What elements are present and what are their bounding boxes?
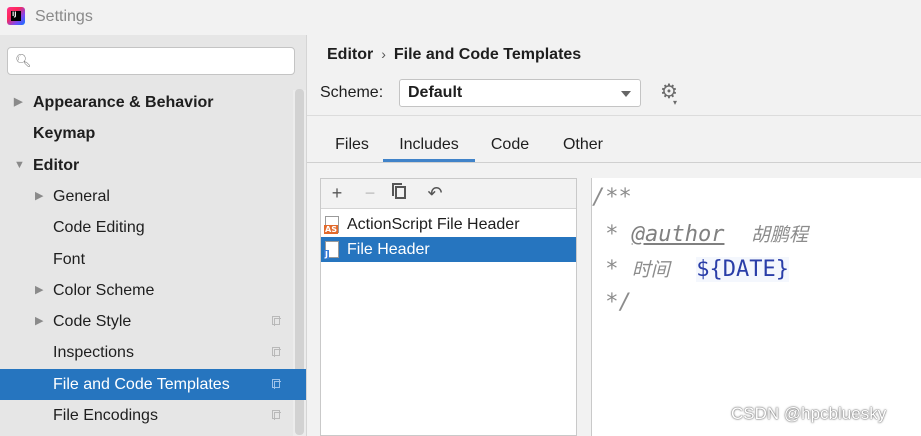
- sidebar-item-label: File Encodings: [53, 407, 158, 424]
- intellij-logo-icon: IJ: [7, 7, 25, 25]
- sidebar-item-appearance-behavior[interactable]: ▶ Appearance & Behavior: [0, 87, 306, 118]
- sidebar-item-label: Keymap: [33, 125, 96, 143]
- chevron-down-icon: [621, 91, 631, 97]
- chevron-down-icon[interactable]: ▼: [14, 150, 25, 181]
- scheme-label: Scheme:: [320, 84, 384, 101]
- sidebar-item-inspections[interactable]: Inspections: [0, 337, 306, 368]
- sidebar-item-font[interactable]: Font: [0, 244, 306, 275]
- project-scope-icon: [272, 378, 281, 389]
- chevron-right-icon[interactable]: ▶: [35, 275, 43, 306]
- sidebar-item-label: Code Editing: [53, 219, 145, 237]
- template-toolbar: + − ↶: [321, 179, 576, 209]
- chevron-right-icon[interactable]: ▶: [35, 306, 43, 337]
- reset-template-button[interactable]: ↶: [424, 182, 446, 204]
- sidebar-item-label: Code Style: [53, 313, 132, 331]
- sidebar-item-label: File and Code Templates: [53, 375, 230, 393]
- scheme-value: Default: [408, 84, 463, 101]
- java-file-icon: J: [324, 241, 339, 259]
- sidebar-item-keymap[interactable]: Keymap: [0, 118, 306, 149]
- sidebar-item-label: General: [53, 187, 110, 205]
- code-line: */: [592, 290, 632, 315]
- date-variable: ${DATE}: [696, 257, 789, 282]
- sidebar-item-label: Font: [53, 250, 86, 268]
- chevron-right-icon[interactable]: ▶: [35, 181, 43, 212]
- actionscript-file-icon: AS: [324, 216, 339, 234]
- sidebar-item-label: Inspections: [53, 344, 134, 362]
- sidebar-item-label: Editor: [33, 156, 80, 174]
- tabs-divider: [307, 162, 921, 163]
- template-name: ActionScript File Header: [347, 216, 520, 233]
- divider: [307, 115, 921, 116]
- sidebar-item-file-encodings[interactable]: File Encodings: [0, 400, 306, 431]
- sidebar-item-label: Appearance & Behavior: [33, 94, 214, 111]
- search-icon: 🔍︎: [15, 53, 32, 68]
- project-scope-icon: [272, 410, 281, 420]
- chevron-right-icon[interactable]: ▶: [14, 87, 22, 118]
- tab-includes[interactable]: Includes: [383, 128, 475, 162]
- breadcrumb-parent[interactable]: Editor: [327, 46, 373, 63]
- sidebar-item-file-and-code-templates[interactable]: File and Code Templates: [0, 368, 306, 400]
- window-title: Settings: [35, 8, 93, 25]
- tab-files[interactable]: Files: [327, 128, 377, 162]
- remove-template-button[interactable]: −: [359, 182, 381, 204]
- template-tabs: Files Includes Code Other: [307, 128, 921, 162]
- template-editor[interactable]: /** * @author 胡鹏程 * 时间 ${DATE} */: [591, 178, 921, 436]
- author-tag: @author: [631, 222, 725, 247]
- main-panel: Editor › File and Code Templates Scheme: D…: [307, 35, 921, 436]
- gear-icon[interactable]: ⚙ ▾: [660, 82, 678, 107]
- project-scope-icon: [272, 316, 281, 327]
- time-label: 时间: [631, 259, 670, 281]
- sidebar-item-label: Color Scheme: [53, 281, 155, 299]
- settings-sidebar: 🔍︎ ▶ Appearance & Behavior Keymap ▼ Editor ▶ G…: [0, 35, 306, 436]
- template-list-item[interactable]: AS ActionScript File Header: [321, 212, 576, 237]
- sidebar-item-code-style[interactable]: ▶ Code Style: [0, 306, 306, 337]
- code-line: /**: [592, 185, 632, 210]
- project-scope-icon: [272, 347, 281, 358]
- author-name: 胡鹏程: [750, 224, 808, 246]
- tab-other[interactable]: Other: [553, 128, 613, 162]
- breadcrumb-separator: ›: [381, 46, 386, 62]
- title-bar: IJ Settings: [0, 0, 921, 35]
- sidebar-item-color-scheme[interactable]: ▶ Color Scheme: [0, 275, 306, 306]
- code-line: * 时间 ${DATE}: [592, 257, 789, 282]
- sidebar-item-editor[interactable]: ▼ Editor: [0, 150, 306, 181]
- breadcrumb-current: File and Code Templates: [393, 46, 582, 63]
- tab-code[interactable]: Code: [483, 128, 537, 162]
- sidebar-item-code-editing[interactable]: Code Editing: [0, 212, 306, 243]
- watermark: CSDN @hpcbluesky: [731, 404, 887, 423]
- code-line: * @author 胡鹏程: [592, 222, 808, 247]
- scheme-dropdown[interactable]: Default: [399, 79, 641, 107]
- copy-template-icon[interactable]: [392, 183, 406, 199]
- settings-search-input[interactable]: 🔍︎: [7, 47, 295, 75]
- sidebar-item-general[interactable]: ▶ General: [0, 181, 306, 212]
- add-template-button[interactable]: +: [326, 182, 348, 204]
- breadcrumb: Editor › File and Code Templates: [327, 46, 581, 64]
- template-name: File Header: [347, 241, 430, 258]
- template-list-panel: + − ↶ AS ActionScript File Header J File…: [320, 178, 577, 436]
- template-list-item-selected[interactable]: J File Header: [321, 237, 576, 262]
